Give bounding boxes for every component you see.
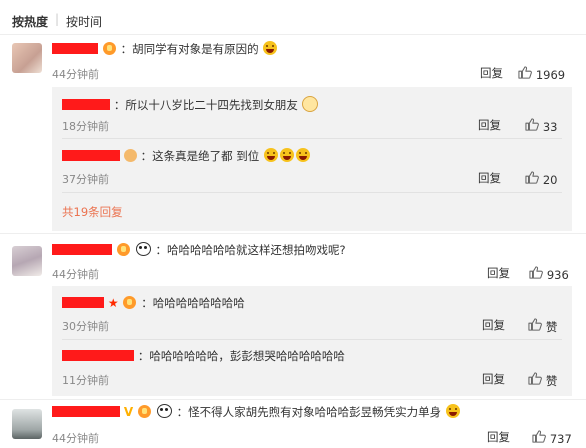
thumbs-up-icon <box>525 118 539 131</box>
comment-text: ：胡同学有对象是有原因的 <box>120 42 259 56</box>
gold-badge-icon <box>123 149 137 162</box>
avatar[interactable] <box>12 43 42 73</box>
reply-button[interactable]: 回复 <box>487 429 510 445</box>
like-label: 赞 <box>545 320 558 334</box>
comment-time: 44分钟前 <box>52 268 99 281</box>
comment-3-body: V ：怪不得人家胡先煦有对象哈哈哈彭昱畅凭实力单身 <box>52 404 461 420</box>
user-badge-icon <box>116 243 130 256</box>
reply-2-body: ：这条真是绝了都 到位 <box>62 148 311 164</box>
like-button[interactable]: 1969 <box>518 66 565 82</box>
laughing-emoji-icon <box>445 404 460 418</box>
view-more-replies-link[interactable]: 共19条回复 <box>62 204 123 220</box>
comment-1-body: ：胡同学有对象是有原因的 <box>52 41 278 57</box>
redacted-username[interactable] <box>52 43 98 54</box>
avatar[interactable] <box>12 409 42 439</box>
like-count: 936 <box>546 268 569 282</box>
redacted-username[interactable] <box>62 99 110 110</box>
thumbs-up-icon <box>528 318 542 331</box>
reply-3-body: ★ ：哈哈哈哈哈哈哈哈 <box>62 295 245 311</box>
like-button[interactable]: 936 <box>529 266 569 282</box>
redacted-username[interactable] <box>52 244 112 255</box>
comment-text: ：怪不得人家胡先煦有对象哈哈哈彭昱畅凭实力单身 <box>176 405 442 419</box>
like-button[interactable]: 20 <box>525 171 557 187</box>
reply-button[interactable]: 回复 <box>478 170 501 186</box>
comment-text: ：哈哈哈哈哈哈就这样还想拍吻戏呢? <box>155 243 346 257</box>
reply-text: ：所以十八岁比二十四先找到女朋友 <box>113 98 298 112</box>
reply-time: 30分钟前 <box>62 320 109 333</box>
like-label: 赞 <box>545 374 558 388</box>
like-button[interactable]: 赞 <box>528 318 557 335</box>
sort-separator: | <box>55 12 60 26</box>
laughing-emoji-icon <box>280 148 295 162</box>
redacted-username[interactable] <box>62 350 134 361</box>
user-badge-icon <box>123 296 137 309</box>
reply-button[interactable]: 回复 <box>487 265 510 281</box>
laughing-emoji-icon <box>296 148 311 162</box>
comment-time: 44分钟前 <box>52 68 99 81</box>
redacted-username[interactable] <box>52 406 120 417</box>
user-badge-icon <box>102 42 116 55</box>
sort-by-time-tab[interactable]: 按时间 <box>66 13 102 30</box>
reply-text: ：哈哈哈哈哈哈，彭彭想哭哈哈哈哈哈哈 <box>137 349 345 363</box>
comment-divider <box>0 399 586 400</box>
reply-button[interactable]: 回复 <box>482 317 505 333</box>
panda-icon <box>135 242 151 256</box>
like-button[interactable]: 737 <box>532 430 572 446</box>
thumbs-up-icon <box>528 372 542 385</box>
reply-divider <box>62 138 562 139</box>
reply-time: 11分钟前 <box>62 374 109 387</box>
reply-button[interactable]: 回复 <box>478 117 501 133</box>
like-count: 737 <box>549 432 572 446</box>
reply-text: ：哈哈哈哈哈哈哈哈 <box>141 296 245 310</box>
reply-button[interactable]: 回复 <box>482 371 505 387</box>
dog-emoji-icon <box>301 96 318 112</box>
sort-by-hot-tab[interactable]: 按热度 <box>12 13 48 30</box>
avatar[interactable] <box>12 246 42 276</box>
like-button[interactable]: 赞 <box>528 372 557 389</box>
reply-1-body: ：所以十八岁比二十四先找到女朋友 <box>62 96 318 113</box>
reply-button[interactable]: 回复 <box>480 65 503 81</box>
panda-icon <box>156 404 172 418</box>
star-icon: ★ <box>107 296 119 310</box>
laughing-emoji-icon <box>264 148 279 162</box>
laughing-emoji-icon <box>263 41 278 55</box>
user-badge-icon <box>137 405 151 418</box>
thumbs-up-icon <box>525 171 539 184</box>
thumbs-up-icon <box>518 66 532 79</box>
reply-4-body: ：哈哈哈哈哈哈，彭彭想哭哈哈哈哈哈哈 <box>62 348 345 364</box>
reply-divider <box>62 339 562 340</box>
like-count: 33 <box>542 120 558 134</box>
like-count: 20 <box>542 173 558 187</box>
thumbs-up-icon <box>532 430 546 443</box>
reply-time: 37分钟前 <box>62 173 109 186</box>
reply-time: 18分钟前 <box>62 120 109 133</box>
like-count: 1969 <box>535 68 566 82</box>
reply-divider <box>62 192 562 193</box>
comment-2-body: ：哈哈哈哈哈哈就这样还想拍吻戏呢? <box>52 242 346 258</box>
redacted-username[interactable] <box>62 150 120 161</box>
like-button[interactable]: 33 <box>525 118 557 134</box>
redacted-username[interactable] <box>62 297 104 308</box>
thumbs-up-icon <box>529 266 543 279</box>
verified-v-icon: V <box>123 405 134 419</box>
sort-divider <box>0 34 586 35</box>
comment-time: 44分钟前 <box>52 432 99 445</box>
comment-divider <box>0 233 586 234</box>
reply-text: ：这条真是绝了都 到位 <box>140 149 260 163</box>
